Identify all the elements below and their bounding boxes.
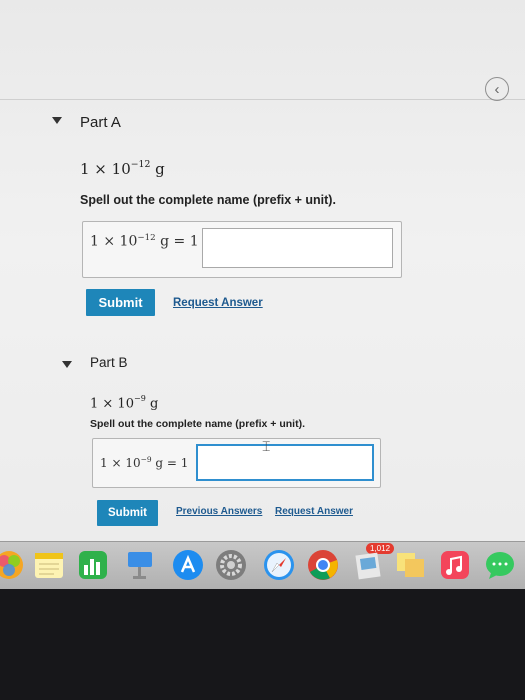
part-b-submit-button[interactable]: Submit: [97, 500, 158, 526]
part-a-equation: 1 × 10−12 g = 1: [90, 233, 199, 250]
part-a-quantity: 1 × 10−12 g: [80, 159, 165, 178]
part-a-submit-button[interactable]: Submit: [86, 289, 155, 316]
part-a-quantity-base: 1 × 10: [80, 160, 131, 178]
messages-icon[interactable]: [483, 548, 517, 582]
part-b-previous-answers-link[interactable]: Previous Answers: [176, 506, 262, 517]
collapse-back-button[interactable]: ‹: [485, 77, 509, 101]
stickies-icon[interactable]: [394, 548, 428, 582]
safari-icon[interactable]: [262, 548, 296, 582]
part-a-instruction: Spell out the complete name (prefix + un…: [80, 193, 336, 207]
part-b-equation: 1 × 10−9 g = 1: [100, 455, 188, 470]
part-a-answer-area: 1 × 10−12 g = 1: [82, 221, 402, 278]
text-cursor-icon: ⌶: [262, 438, 271, 454]
numbers-icon[interactable]: [76, 548, 110, 582]
part-b-answer-input[interactable]: [196, 444, 374, 481]
part-b-quantity: 1 × 10−9 g: [90, 394, 159, 412]
macos-dock: 1,012: [0, 541, 525, 590]
part-a-eq-base: 1 × 10: [90, 233, 138, 250]
part-b-instruction: Spell out the complete name (prefix + un…: [90, 418, 305, 430]
part-b-caret-icon[interactable]: [62, 361, 72, 368]
part-b-eq-rest: g = 1: [151, 456, 189, 470]
monitor-bezel: [0, 589, 525, 700]
keynote-icon[interactable]: [123, 548, 157, 582]
part-b-eq-base: 1 × 10: [100, 456, 141, 470]
part-a-eq-exponent: −12: [137, 233, 156, 243]
app-store-icon[interactable]: [171, 548, 205, 582]
part-a-quantity-unit: g: [150, 160, 165, 178]
system-preferences-icon[interactable]: [214, 548, 248, 582]
part-a-request-answer-link[interactable]: Request Answer: [173, 297, 263, 309]
section-divider: [0, 99, 525, 100]
part-b-answer-area: 1 × 10−9 g = 1: [92, 438, 381, 488]
part-a-quantity-exponent: −12: [130, 159, 151, 171]
music-icon[interactable]: [438, 548, 472, 582]
preview-icon[interactable]: [352, 548, 386, 582]
chevron-left-icon: ‹: [494, 80, 500, 98]
part-a-answer-input[interactable]: [202, 228, 393, 268]
part-b-quantity-unit: g: [145, 396, 159, 412]
part-b-request-answer-link[interactable]: Request Answer: [275, 506, 353, 517]
chrome-icon[interactable]: [306, 548, 340, 582]
part-a-eq-rest: g = 1: [155, 233, 199, 250]
part-b-quantity-base: 1 × 10: [90, 396, 134, 412]
browser-viewport: ‹ Part A 1 × 10−12 g Spell out the compl…: [0, 0, 525, 545]
part-b-title[interactable]: Part B: [90, 355, 128, 370]
part-b-eq-exponent: −9: [140, 455, 152, 464]
part-a-title[interactable]: Part A: [80, 114, 121, 131]
notes-icon[interactable]: [32, 548, 66, 582]
photos-icon[interactable]: [0, 548, 26, 582]
part-b-quantity-exponent: −9: [133, 394, 146, 404]
part-a-caret-icon[interactable]: [52, 117, 62, 124]
